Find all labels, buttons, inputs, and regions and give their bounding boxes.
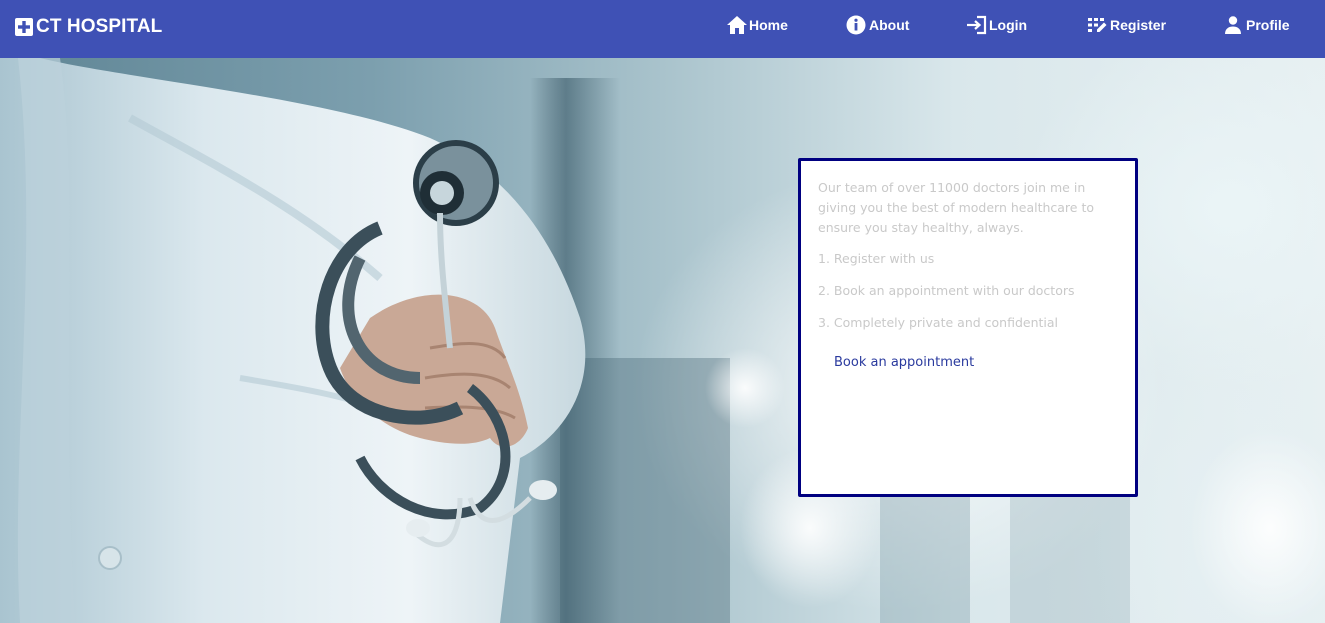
card-intro-text: Our team of over 11000 doctors join me i… [818, 180, 1095, 235]
register-icon [1088, 18, 1107, 32]
nav-login[interactable]: Login [966, 0, 1027, 50]
step-register: 1. Register with us [818, 251, 935, 266]
brand-title: CT HOSPITAL [36, 16, 163, 37]
step-private: 3. Completely private and confidential [818, 315, 1059, 330]
info-card: Our team of over 11000 doctors join me i… [798, 158, 1138, 497]
top-navbar: CT HOSPITAL Home About Login Register Pr… [0, 0, 1325, 58]
brand-logo[interactable]: CT HOSPITAL [14, 0, 162, 54]
book-appointment-link[interactable]: Book an appointment [834, 355, 974, 370]
nav-about-label: About [869, 17, 910, 33]
person-icon [1225, 16, 1241, 34]
medical-cross-icon [15, 18, 33, 36]
nav-register-label: Register [1110, 17, 1167, 33]
nav-login-label: Login [989, 17, 1028, 33]
nav-home-label: Home [749, 17, 788, 33]
nav-profile[interactable]: Profile [1223, 0, 1290, 50]
nav-home[interactable]: Home [726, 0, 788, 50]
nav-register[interactable]: Register [1087, 0, 1166, 50]
info-icon [846, 15, 866, 35]
login-icon [967, 15, 987, 35]
home-icon [727, 16, 747, 34]
nav-profile-label: Profile [1246, 17, 1290, 33]
step-book: 2. Book an appointment with our doctors [818, 283, 1075, 298]
steps-list: 1. Register with us 2. Book an appointme… [818, 249, 1075, 345]
nav-about[interactable]: About [846, 0, 909, 50]
